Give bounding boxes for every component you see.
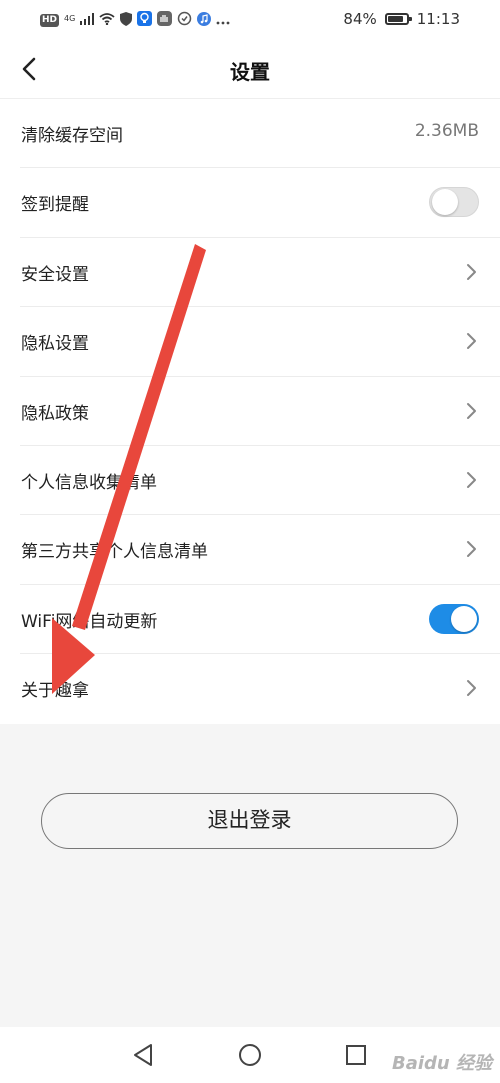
nav-home-icon <box>239 1044 261 1066</box>
setting-checkin-reminder: 签到提醒 <box>20 168 500 238</box>
setting-label: 关于趣拿 <box>21 681 89 702</box>
battery-fill <box>387 16 403 22</box>
setting-third-party-sharing[interactable]: 第三方共享个人信息清单 <box>20 515 500 585</box>
setting-label: 签到提醒 <box>21 195 89 216</box>
setting-clear-cache[interactable]: 清除缓存空间 2.36MB <box>20 99 500 169</box>
status-icons-left: HD 4G <box>40 11 230 30</box>
setting-about[interactable]: 关于趣拿 <box>20 654 500 723</box>
toggle-knob <box>432 189 458 216</box>
page-title: 设置 <box>230 60 270 84</box>
checkin-reminder-toggle[interactable] <box>429 187 479 218</box>
setting-label: 个人信息收集清单 <box>21 472 157 493</box>
chevron-right-icon <box>467 263 476 280</box>
nav-back-button[interactable] <box>131 1042 157 1068</box>
hd-icon: HD <box>40 14 60 27</box>
hand-icon <box>156 11 172 30</box>
setting-label: 安全设置 <box>21 264 89 285</box>
nav-home-button[interactable] <box>237 1042 263 1068</box>
header: 设置 <box>0 40 500 99</box>
setting-personal-info-list[interactable]: 个人信息收集清单 <box>20 446 500 516</box>
bulb-icon <box>136 11 152 30</box>
setting-label: 隐私政策 <box>21 403 89 424</box>
more-dots-icon <box>216 13 230 29</box>
music-icon <box>196 11 211 30</box>
sync-icon <box>177 11 192 30</box>
toggle-knob <box>451 605 477 632</box>
network-type: 4G <box>64 13 76 23</box>
chevron-right-icon <box>467 541 476 558</box>
setting-security[interactable]: 安全设置 <box>20 238 500 308</box>
settings-list: 清除缓存空间 2.36MB 签到提醒 安全设置 隐私设置 隐私政策 个人信息收集… <box>0 99 500 724</box>
watermark-logo: Baidu 经验 <box>391 1053 492 1074</box>
clock: 11:13 <box>416 10 460 28</box>
wifi-icon <box>99 12 115 29</box>
setting-label: 隐私设置 <box>21 334 89 355</box>
status-icons-right: 84% 11:13 <box>343 10 460 28</box>
signal-icon: 4G <box>64 12 94 29</box>
cache-size-value: 2.36MB <box>414 121 479 141</box>
battery-icon <box>384 13 412 25</box>
logout-button[interactable]: 退出登录 <box>41 793 458 849</box>
chevron-right-icon <box>467 471 476 488</box>
setting-label: 清除缓存空间 <box>21 126 123 146</box>
setting-privacy-settings[interactable]: 隐私设置 <box>20 307 500 377</box>
wifi-auto-update-toggle[interactable] <box>429 603 479 634</box>
chevron-right-icon <box>467 402 476 419</box>
setting-label: WiFi网络自动更新 <box>21 611 158 632</box>
battery-percent: 84% <box>343 10 377 28</box>
chevron-right-icon <box>467 333 476 350</box>
setting-wifi-auto-update: WiFi网络自动更新 <box>20 585 500 655</box>
chevron-right-icon <box>467 680 476 697</box>
nav-back-icon <box>134 1044 152 1066</box>
status-bar: HD 4G 84% 11:13 <box>0 0 500 40</box>
setting-privacy-policy[interactable]: 隐私政策 <box>20 377 500 446</box>
shield-icon <box>119 11 132 30</box>
nav-recents-button[interactable] <box>343 1042 369 1068</box>
nav-recents-icon <box>346 1045 366 1065</box>
setting-label: 第三方共享个人信息清单 <box>21 542 208 563</box>
